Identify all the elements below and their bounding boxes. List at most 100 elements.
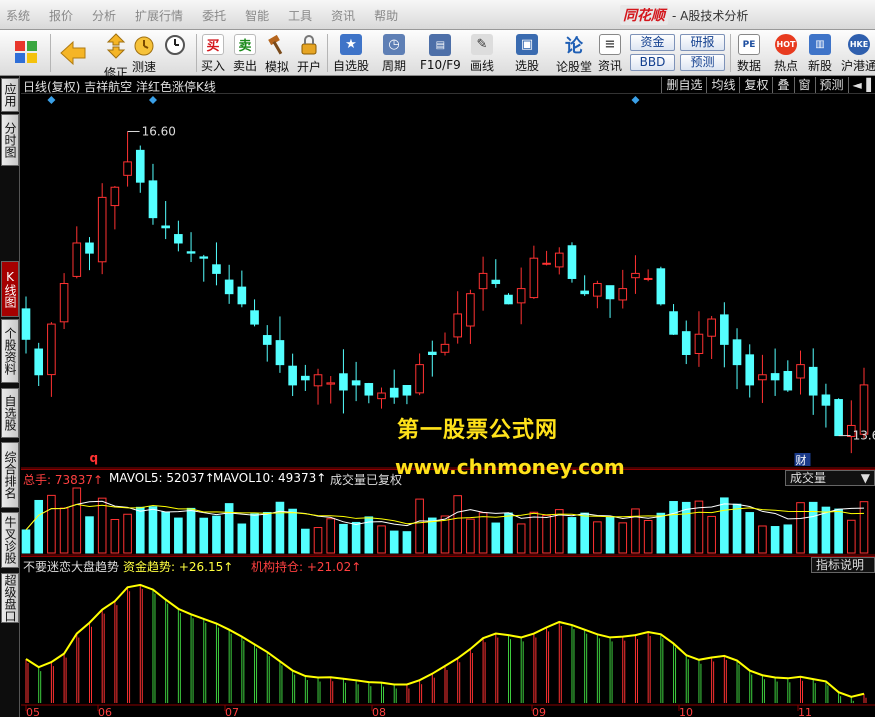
separator [50,34,51,72]
candle [364,382,374,404]
chart-header-button[interactable]: 复权 [739,77,772,93]
chart-header-button[interactable]: 均线 [706,77,739,93]
indicator-help-button[interactable]: 指标说明 [811,557,875,573]
chart-header-button[interactable]: 删自选 [661,77,706,93]
side-tab[interactable]: 个股资料 [1,319,19,383]
financial-report-marker [794,453,811,466]
open-account-button[interactable]: 开户 [297,32,321,74]
watchlist-button[interactable]: ★ 自选股 [333,32,369,74]
fix-button[interactable]: 修正 [104,32,128,80]
volume-bar [275,501,285,554]
candle-body [148,180,158,219]
candle [224,264,234,304]
candle-body [808,366,818,396]
menu-item[interactable]: 分析 [92,7,116,24]
period-button[interactable]: ◷ 周期 [382,32,406,74]
chart-header-button[interactable]: 叠 [772,77,793,93]
menu-item[interactable]: 资讯 [331,7,355,24]
candle [339,349,348,414]
candle-body [135,149,145,183]
menu-item[interactable]: 智能 [245,7,269,24]
volume-bar [212,515,221,554]
chart-header: 日线(复权) 吉祥航空 洋红色涨停K线 删自选 均线 复权叠窗预测 ◄▐ [21,76,875,94]
volume-bar [313,527,323,554]
mavol10-label: MAVOL10: 49373↑ [213,471,327,485]
candle [681,320,691,365]
forecast-pill[interactable]: 预测 [680,54,725,71]
side-tab[interactable]: 应用 [1,78,19,112]
hot-button[interactable]: HOT 热点 [774,32,798,74]
chart-header-button[interactable]: ◄▐ [847,77,875,93]
x-axis-tick-label: 11 [798,706,812,717]
menu-item[interactable]: 工具 [288,7,312,24]
hk-connect-button[interactable]: HKE 沪港通 [841,32,875,74]
candle-body [821,394,831,406]
sell-button[interactable]: 卖 卖出 [233,32,257,74]
candle [351,361,361,402]
side-tab[interactable]: 超级盘口 [1,573,19,623]
watchlist-label: 自选股 [333,59,370,73]
draw-button[interactable]: ✎ 画线 [470,32,494,74]
stopwatch-icon [133,34,155,56]
sell-icon: 卖 [234,34,256,55]
candle [275,316,285,373]
app-logo-button[interactable] [12,32,40,74]
side-tab[interactable]: 综合排名 [1,442,19,508]
forum-label: 论股堂 [556,60,593,74]
side-tab[interactable]: K线图 [1,261,19,317]
side-tab[interactable]: 分时图 [1,114,19,166]
volume-bar [326,518,336,554]
back-button[interactable] [58,32,88,74]
test-label: 测速 [132,60,157,74]
info-button[interactable]: ≡ 资讯 [598,32,622,74]
side-tabs: 应用分时图 K线图个股资料自选股综合排名牛叉诊股超级盘口 [0,76,20,717]
candle-body [529,257,539,299]
volume-bar [618,522,628,554]
candle-body [110,186,120,207]
volume-bar [440,515,450,554]
test-button[interactable]: 测速 [132,32,156,74]
candle-body [580,290,589,295]
f10-button[interactable]: ▤ F10/F9 [420,32,461,74]
candle [770,348,780,396]
up-down-arrows-icon [105,33,127,62]
volume-note-label: 成交量已复权 [330,473,403,487]
candle [783,360,793,392]
buy-button[interactable]: 买 买入 [201,32,225,74]
clock-button[interactable] [164,32,186,74]
side-tab[interactable]: 自选股 [1,388,19,438]
bbd-pill[interactable]: BBD [630,54,675,71]
candle [148,163,158,225]
menu-item[interactable]: 报价 [49,7,73,24]
simulate-button[interactable]: 模拟 [265,32,289,74]
chart-header-button[interactable]: 预测 [814,77,848,93]
volume-bar [821,506,831,554]
menu-item[interactable]: 系统 [6,7,30,24]
high-price-label: 16.60 [142,124,176,138]
report-pill[interactable]: 研报 [680,34,725,51]
volume-bar [199,517,209,554]
new-stock-button[interactable]: ▥ 新股 [808,32,832,74]
windows-grid-icon [12,38,40,66]
chart-header-button[interactable]: 窗 [793,77,815,93]
volume-bar [148,506,158,554]
menu-item[interactable]: 委托 [202,7,226,24]
volume-indicator-dropdown[interactable]: 成交量 ▼ [785,470,875,486]
side-tab[interactable]: 牛叉诊股 [1,512,19,568]
toolbar: 修正 测速 买 买入 卖 卖出 模拟 开户 ★ 自选股 ◷ 周期 ▤ F10/F… [0,30,875,80]
stock-pick-button[interactable]: ▣ 选股 [515,32,539,74]
menu-item[interactable]: 帮助 [374,7,398,24]
volume-bar [466,518,475,554]
menu-item[interactable]: 扩展行情 [135,7,183,24]
candle-body [326,382,336,385]
fund-pill[interactable]: 资金 [630,34,675,51]
data-button[interactable]: PE 数据 [737,32,761,74]
candle-body [97,196,107,263]
volume-bar [72,487,82,554]
candle [491,259,501,288]
candle-body [21,308,31,340]
volume-bar [453,495,463,554]
candle [313,368,323,405]
forum-button[interactable]: 论 论股堂 [556,32,592,74]
candle [643,269,653,282]
